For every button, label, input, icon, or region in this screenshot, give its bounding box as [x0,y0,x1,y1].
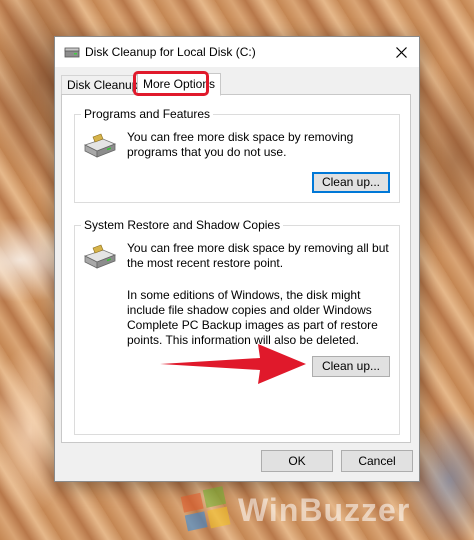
watermark-text: WinBuzzer [238,492,411,528]
window-title: Disk Cleanup for Local Disk (C:) [85,45,256,59]
cancel-button[interactable]: Cancel [341,450,413,472]
programs-and-features-group: Programs and Features You can free more … [74,107,400,203]
close-button[interactable] [383,37,419,67]
restore-clean-up-button[interactable]: Clean up... [312,356,390,377]
disk-cleanup-dialog: Disk Cleanup for Local Disk (C:) Disk Cl… [54,36,420,482]
title-bar[interactable]: Disk Cleanup for Local Disk (C:) [55,37,419,67]
restore-clean-up-label: Clean up... [321,359,381,373]
cancel-label: Cancel [358,454,396,468]
disk-cleanup-icon [64,47,80,58]
programs-description: You can free more disk space by removing… [127,130,354,159]
programs-clean-up-label: Clean up... [321,175,381,189]
winbuzzer-watermark: WinBuzzer [176,478,474,540]
programs-clean-up-button[interactable]: Clean up... [312,172,390,193]
close-icon [395,46,407,58]
red-arrow-annotation [160,344,306,384]
tab-highlight-annotation [133,71,209,96]
restore-note: In some editions of Windows, the disk mi… [127,288,378,347]
drive-icon [83,133,117,158]
more-options-panel: Programs and Features You can free more … [61,94,411,443]
restore-description: You can free more disk space by removing… [127,241,389,270]
ok-label: OK [288,454,306,468]
system-restore-group: System Restore and Shadow Copies You can… [74,218,400,435]
restore-group-title: System Restore and Shadow Copies [81,218,284,232]
drive-icon [83,244,117,269]
programs-group-title: Programs and Features [81,107,214,121]
tab-disk-cleanup[interactable]: Disk Cleanup [61,75,145,94]
windows-logo-icon [180,486,231,532]
ok-button[interactable]: OK [261,450,333,472]
